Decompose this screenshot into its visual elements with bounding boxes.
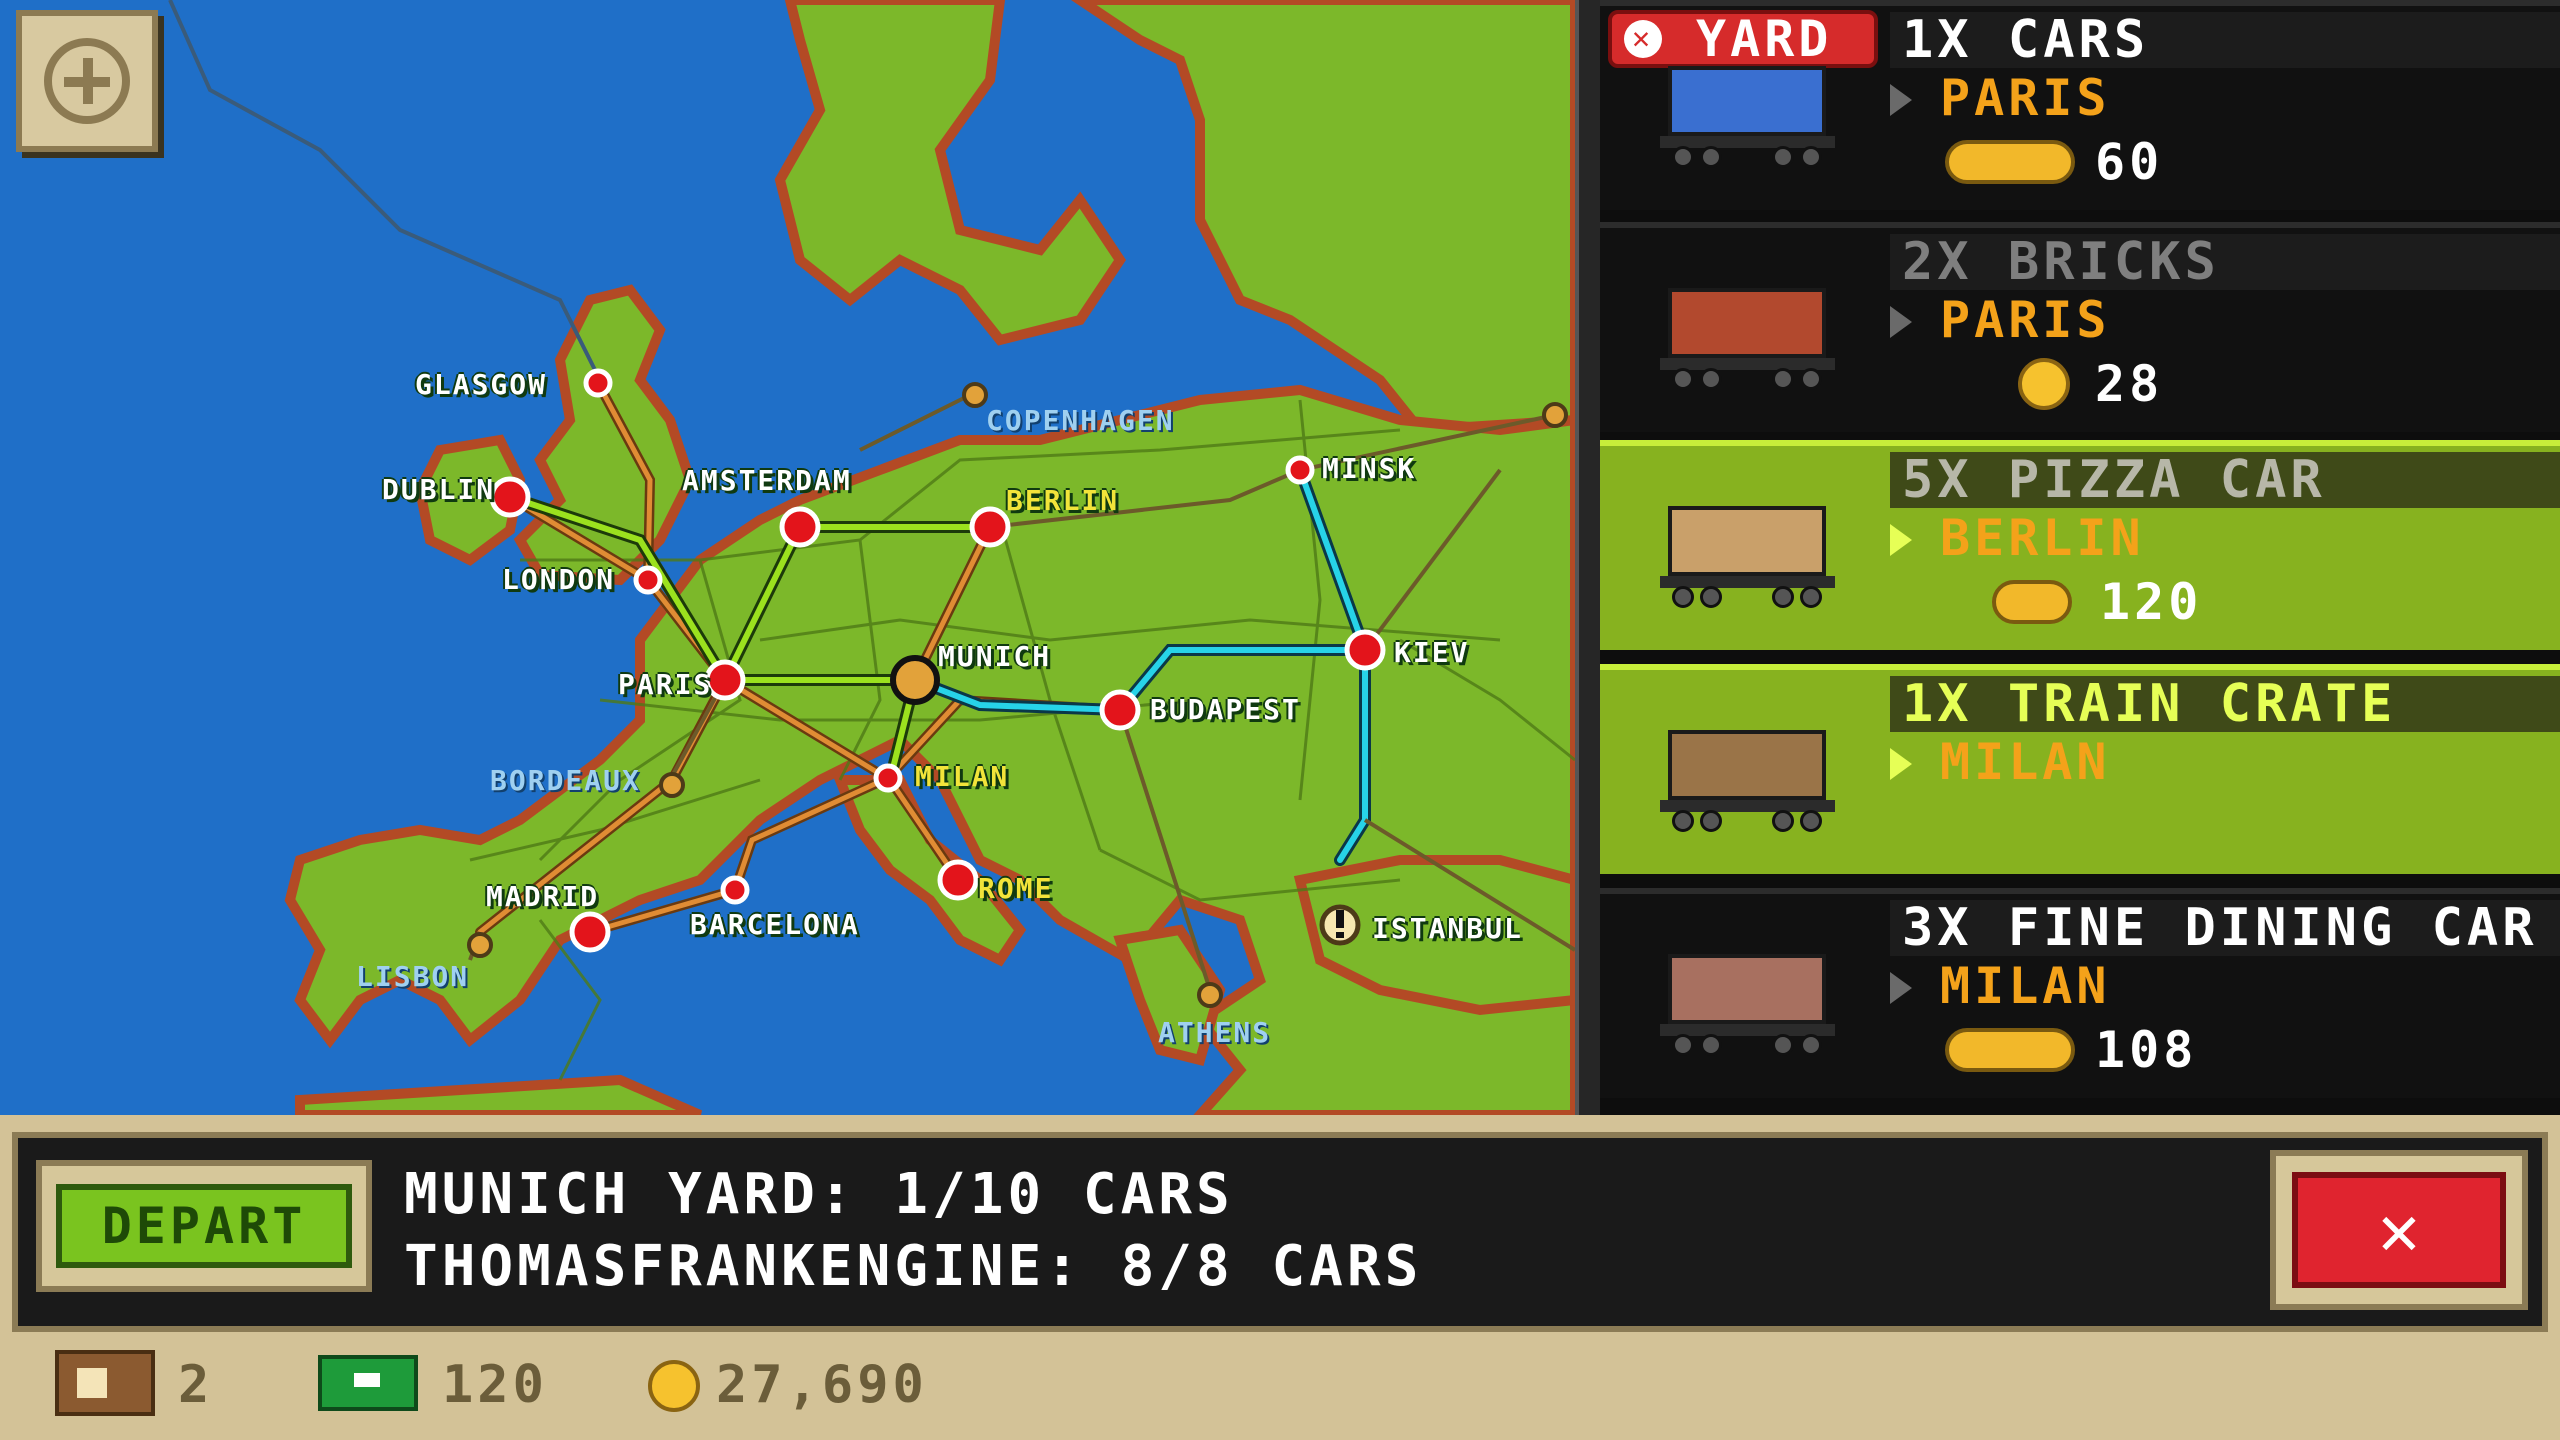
plus-icon [44,38,130,124]
coin-stack-icon [1992,580,2072,624]
arrow-icon [1890,524,1912,556]
depart-button-label: DEPART [56,1184,352,1268]
train-car-icon [1660,720,1835,832]
close-button[interactable]: ✕ [2270,1150,2528,1310]
train-car-icon [1660,496,1835,608]
city-label-dublin[interactable]: DUBLIN [382,475,495,505]
city-label-budapest[interactable]: BUDAPEST [1150,695,1301,725]
crate-icon [55,1350,155,1416]
map-terrain [168,0,1575,1115]
cargo-destination: PARIS [1940,291,2111,349]
cargo-title: 2X BRICKS [1890,234,2560,290]
crate-count: 2 [178,1355,214,1415]
cargo-card[interactable]: 3X FINE DINING CAR MILAN 108 [1600,888,2560,1098]
cargo-title: 1X TRAIN CRATE [1890,676,2560,732]
cargo-payment: 120 [2100,573,2203,631]
city-label-berlin[interactable]: BERLIN [1006,486,1119,516]
cargo-card[interactable]: 2X BRICKS PARIS 28 [1600,222,2560,432]
cargo-card-selected[interactable]: 1X TRAIN CRATE MILAN [1600,664,2560,874]
coin-icon [648,1360,700,1412]
cargo-title: 5X PIZZA CAR [1890,452,2560,508]
cargo-card-selected[interactable]: 5X PIZZA CAR BERLIN 120 [1600,440,2560,650]
cargo-payment: 28 [2095,355,2164,413]
city-label-copenhagen[interactable]: COPENHAGEN [986,406,1175,436]
coin-stack-icon [1945,1028,2075,1072]
city-label-minsk[interactable]: MINSK [1322,454,1416,484]
city-label-kiev[interactable]: KIEV [1394,638,1469,668]
arrow-icon [1890,84,1912,116]
city-label-rome[interactable]: ROME [978,874,1053,904]
train-car-icon [1660,278,1835,390]
city-label-munich[interactable]: MUNICH [938,642,1051,672]
cargo-destination: BERLIN [1940,509,2145,567]
arrow-icon [1890,306,1912,338]
remove-icon: ✕ [1624,20,1662,58]
close-icon: ✕ [2292,1172,2506,1288]
city-label-barcelona[interactable]: BARCELONA [690,910,860,940]
zoom-in-button[interactable] [16,10,158,152]
station-glasgow [583,368,613,398]
city-label-london[interactable]: LONDON [502,565,615,595]
city-label-lisbon[interactable]: LISBON [356,962,469,992]
city-label-amsterdam[interactable]: AMSTERDAM [682,466,852,496]
depart-button[interactable]: DEPART [36,1160,372,1292]
cargo-destination: MILAN [1940,733,2111,791]
cash-count: 120 [442,1355,548,1415]
panel-divider [1575,0,1600,1115]
city-label-athens[interactable]: ATHENS [1158,1018,1271,1048]
coin-icon [2018,358,2070,410]
arrow-icon [1890,972,1912,1004]
city-label-bordeaux[interactable]: BORDEAUX [490,766,641,796]
city-label-paris[interactable]: PARIS [618,670,712,700]
train-car-icon [1660,944,1835,1056]
cargo-payment: 60 [2095,133,2164,191]
arrow-icon [1890,748,1912,780]
cargo-title: 3X FINE DINING CAR [1890,900,2560,956]
world-map[interactable]: GLASGOW DUBLIN LONDON AMSTERDAM BERLIN C… [0,0,1575,1115]
cargo-card[interactable]: 1X CARS ✕ YARD PARIS 60 [1600,0,2560,210]
cargo-list[interactable]: 1X CARS ✕ YARD PARIS 60 2X BRICKS PARIS 2… [1600,0,2560,1115]
city-label-glasgow[interactable]: GLASGOW [415,370,547,400]
cargo-title: 1X CARS [1890,12,2560,68]
train-car-icon [1660,56,1835,168]
cash-icon [318,1355,418,1411]
city-label-milan[interactable]: MILAN [915,762,1009,792]
train-info-box [12,1132,2548,1332]
coin-count: 27,690 [716,1355,928,1415]
city-label-istanbul[interactable]: ISTANBUL [1372,914,1523,944]
yard-capacity: MUNICH YARD: 1/10 CARS [404,1162,1234,1227]
city-label-madrid[interactable]: MADRID [486,882,599,912]
cargo-destination: MILAN [1940,957,2111,1015]
cargo-destination: PARIS [1940,69,2111,127]
cargo-payment: 108 [2095,1021,2198,1079]
engine-capacity: THOMASFRANKENGINE: 8/8 CARS [404,1234,1423,1299]
coin-stack-icon [1945,140,2075,184]
